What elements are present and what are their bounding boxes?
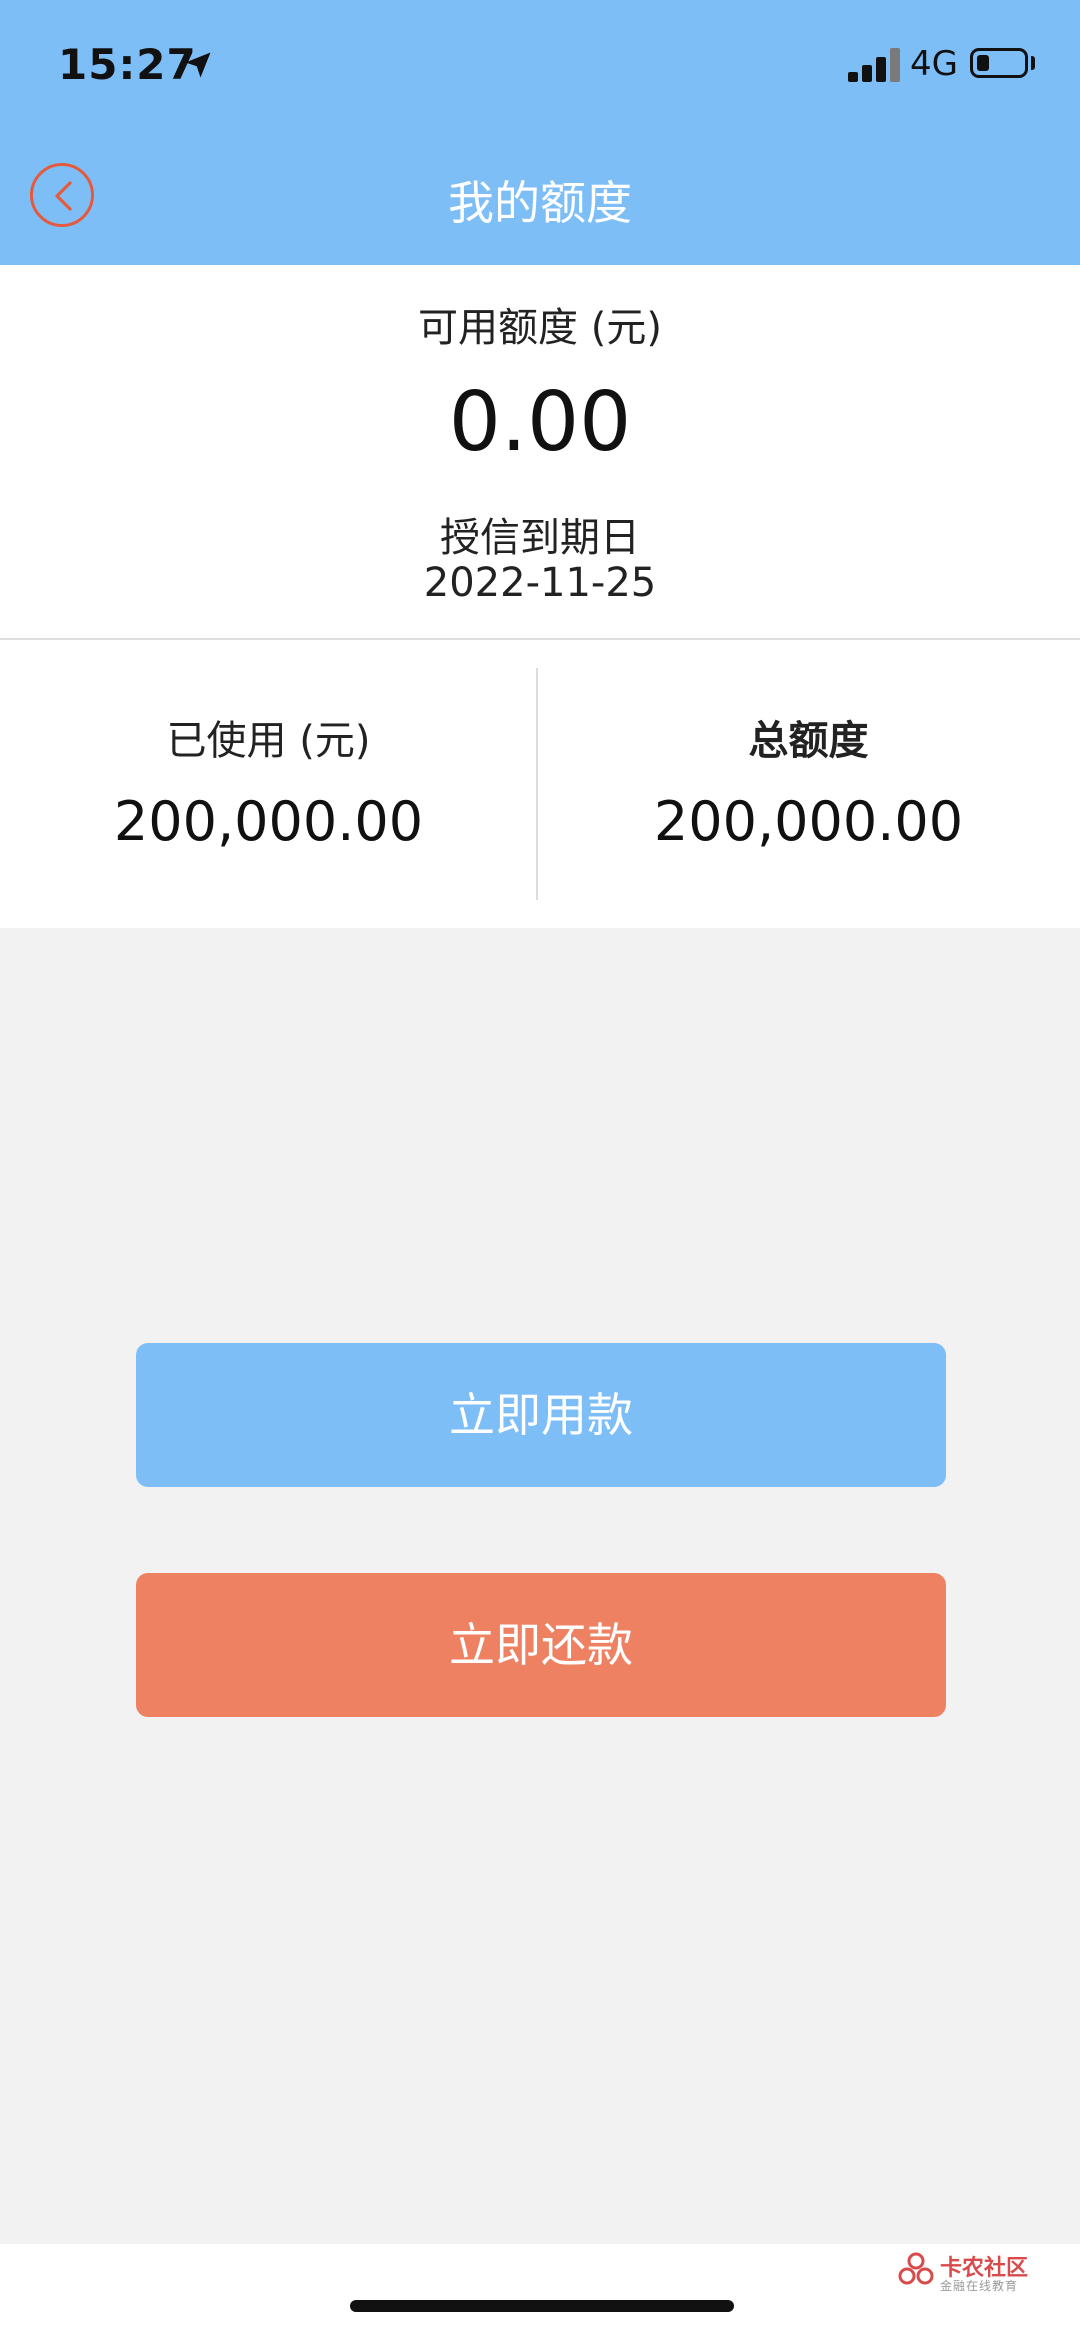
- location-arrow-icon: [185, 52, 211, 78]
- available-credit-section: 可用额度 (元) 0.00 授信到期日 2022-11-25: [0, 265, 1080, 639]
- top-header: 15:27 4G 我的额度: [0, 0, 1080, 265]
- signal-icon: [848, 48, 900, 82]
- status-time: 15:27: [58, 40, 197, 89]
- battery-cap: [1031, 56, 1035, 70]
- available-credit-amount: 0.00: [448, 375, 632, 470]
- bottom-bar: 卡农社区 金融在线教育: [0, 2244, 1080, 2340]
- watermark: 卡农社区 金融在线教育: [898, 2250, 1078, 2294]
- network-type: 4G: [910, 44, 958, 84]
- credit-expiry-date: 2022-11-25: [423, 560, 657, 606]
- watermark-logo-icon: [898, 2252, 934, 2285]
- home-indicator[interactable]: [350, 2300, 734, 2312]
- used-credit-label: 已使用 (元): [166, 718, 371, 764]
- use-funds-button[interactable]: 立即用款: [136, 1343, 946, 1487]
- credit-expiry-label: 授信到期日: [440, 515, 640, 561]
- watermark-subtitle: 金融在线教育: [940, 2279, 1019, 2293]
- battery-icon: [970, 48, 1028, 78]
- used-credit-block: 已使用 (元) 200,000.00: [0, 640, 537, 928]
- total-credit-block: 总额度 200,000.00: [540, 640, 1077, 928]
- stats-divider: [536, 668, 538, 900]
- total-credit-amount: 200,000.00: [653, 790, 964, 853]
- total-credit-label: 总额度: [748, 718, 869, 764]
- repay-now-button[interactable]: 立即还款: [136, 1573, 946, 1717]
- used-credit-amount: 200,000.00: [113, 790, 424, 853]
- available-credit-label: 可用额度 (元): [418, 305, 662, 351]
- page-title: 我的额度: [448, 176, 632, 230]
- credit-stats-section: 已使用 (元) 200,000.00 总额度 200,000.00: [0, 640, 1080, 928]
